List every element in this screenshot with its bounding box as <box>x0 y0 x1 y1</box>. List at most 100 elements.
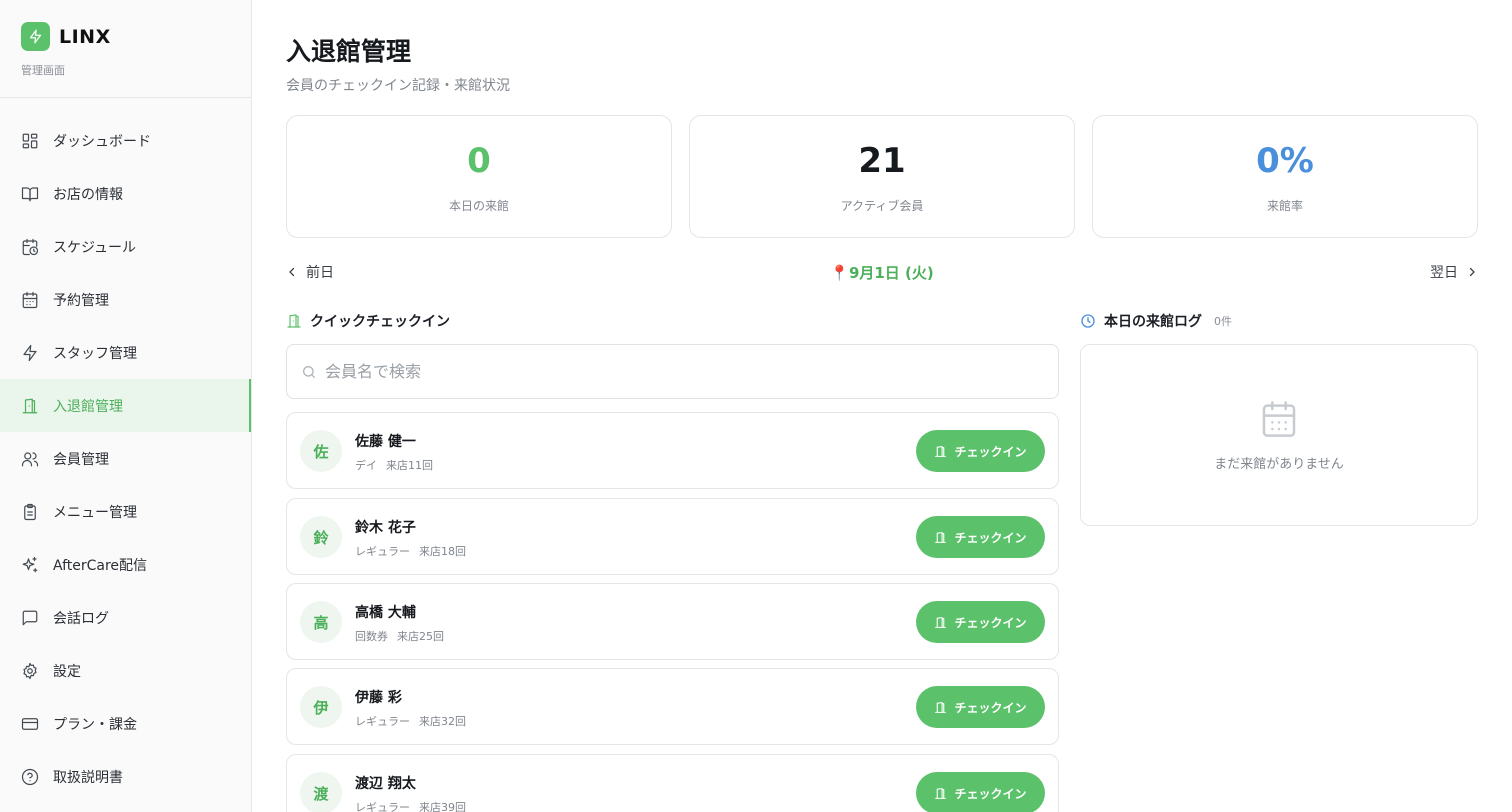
page-subtitle: 会員のチェックイン記録・来館状況 <box>286 78 510 94</box>
chat-icon <box>21 609 39 627</box>
stat-card-active-members: 21 アクティブ会員 <box>689 115 1075 238</box>
current-date-label: 9月1日 (火) <box>848 264 934 282</box>
checkin-button[interactable]: チェックイン <box>916 516 1045 558</box>
search-icon <box>303 365 315 378</box>
member-plan: レギュラー <box>355 715 410 728</box>
checkin-label: チェックイン <box>954 786 1027 801</box>
visit-log-panel: まだ来館がありません <box>1080 344 1478 526</box>
stat-label: アクティブ会員 <box>840 198 924 213</box>
avatar: 佐 <box>300 430 342 472</box>
sidebar: LINX 管理画面 ダッシュボード お店の情報 スケジュール 予約管理 スタッフ… <box>0 0 252 812</box>
stat-card-today-visits: 0 本日の来館 <box>286 115 672 238</box>
member-plan: デイ <box>355 459 377 472</box>
sidebar-item-members[interactable]: 会員管理 <box>0 432 251 485</box>
sidebar-item-label: お店の情報 <box>53 186 123 203</box>
page-title: 入退館管理 <box>286 37 412 66</box>
member-plan: 回数券 <box>355 630 388 643</box>
member-row: 佐 佐藤 健一 デイ 来店11回 チェックイン <box>286 412 1059 489</box>
next-day-button[interactable]: 翌日 <box>1430 262 1478 282</box>
clock-icon <box>1081 314 1095 328</box>
member-name: 鈴木 花子 <box>355 520 416 536</box>
sidebar-item-label: スケジュール <box>53 239 137 256</box>
stat-card-visit-rate: 0% 来館率 <box>1092 115 1478 238</box>
visit-log-count: 0件 <box>1214 315 1232 328</box>
sidebar-item-label: 設定 <box>53 663 81 680</box>
avatar: 伊 <box>300 686 342 728</box>
stat-value: 21 <box>858 140 906 181</box>
sidebar-item-billing[interactable]: プラン・課金 <box>0 697 251 750</box>
sidebar-nav: ダッシュボード お店の情報 スケジュール 予約管理 スタッフ管理 入退館管理 会… <box>0 98 251 803</box>
member-meta: レギュラー 来店18回 <box>355 543 466 559</box>
calendar-icon <box>1262 400 1296 437</box>
avatar: 高 <box>300 601 342 643</box>
next-day-label: 翌日 <box>1430 265 1458 281</box>
stat-value: 0% <box>1256 140 1314 181</box>
checkin-button[interactable]: チェックイン <box>916 772 1045 812</box>
sidebar-item-reservations[interactable]: 予約管理 <box>0 273 251 326</box>
door-icon <box>935 787 947 799</box>
calendar-icon <box>21 291 39 309</box>
clipboard-icon <box>21 503 39 521</box>
sparkles-icon <box>21 556 39 574</box>
member-name: 渡辺 翔太 <box>355 776 416 792</box>
checkin-button[interactable]: チェックイン <box>916 601 1045 643</box>
grid-icon <box>21 132 39 150</box>
brand-name: LINX <box>59 25 111 48</box>
checkin-label: チェックイン <box>954 530 1027 545</box>
stat-label: 本日の来館 <box>448 198 509 213</box>
stats-row: 0 本日の来館 21 アクティブ会員 0% 来館率 <box>286 115 1478 238</box>
member-name: 高橋 大輔 <box>355 605 416 621</box>
door-icon <box>935 531 947 543</box>
member-meta: レギュラー 来店39回 <box>355 799 466 812</box>
checkin-button[interactable]: チェックイン <box>916 686 1045 728</box>
member-visits: 来店25回 <box>397 630 444 643</box>
member-plan: レギュラー <box>355 545 410 558</box>
sidebar-item-store-info[interactable]: お店の情報 <box>0 167 251 220</box>
sidebar-item-settings[interactable]: 設定 <box>0 644 251 697</box>
member-visits: 来店11回 <box>386 459 433 472</box>
member-name: 佐藤 健一 <box>355 434 416 450</box>
sidebar-item-label: 会話ログ <box>53 610 109 627</box>
sidebar-item-label: 入退館管理 <box>53 398 123 415</box>
sidebar-item-dashboard[interactable]: ダッシュボード <box>0 114 251 167</box>
quick-checkin-title: クイックチェックイン <box>310 314 450 330</box>
member-visits: 来店32回 <box>419 715 466 728</box>
checkin-label: チェックイン <box>954 444 1027 459</box>
door-icon <box>287 314 301 328</box>
sidebar-item-staff[interactable]: スタッフ管理 <box>0 326 251 379</box>
member-row: 伊 伊藤 彩 レギュラー 来店32回 チェックイン <box>286 668 1059 745</box>
member-row: 渡 渡辺 翔太 レギュラー 来店39回 チェックイン <box>286 754 1059 812</box>
sidebar-item-chatlog[interactable]: 会話ログ <box>0 591 251 644</box>
door-icon <box>21 397 39 415</box>
sidebar-item-schedule[interactable]: スケジュール <box>0 220 251 273</box>
visit-log-header: 本日の来館ログ 0件 <box>1080 311 1232 331</box>
member-name: 伊藤 彩 <box>355 690 402 706</box>
door-icon <box>935 445 947 457</box>
book-icon <box>21 185 39 203</box>
sidebar-item-manual[interactable]: 取扱説明書 <box>0 750 251 803</box>
sidebar-item-label: ダッシュボード <box>53 133 151 150</box>
avatar: 渡 <box>300 772 342 812</box>
sidebar-item-checkin[interactable]: 入退館管理 <box>0 379 251 432</box>
door-icon <box>935 616 947 628</box>
search-input[interactable] <box>325 362 1025 381</box>
brand-subtitle: 管理画面 <box>21 64 65 77</box>
date-navigator: 前日 📍9月1日 (火) 翌日 <box>286 262 1478 284</box>
stat-label: 来館率 <box>1266 198 1303 213</box>
credit-card-icon <box>21 715 39 733</box>
member-visits: 来店39回 <box>419 801 466 812</box>
sidebar-item-label: 会員管理 <box>53 451 109 468</box>
checkin-label: チェックイン <box>954 700 1027 715</box>
member-meta: 回数券 来店25回 <box>355 628 444 644</box>
sidebar-item-label: スタッフ管理 <box>53 345 137 362</box>
help-circle-icon <box>21 768 39 786</box>
sidebar-item-menu[interactable]: メニュー管理 <box>0 485 251 538</box>
pin-icon: 📍 <box>830 264 849 282</box>
member-row: 鈴 鈴木 花子 レギュラー 来店18回 チェックイン <box>286 498 1059 575</box>
member-search[interactable] <box>286 344 1059 399</box>
brand-row[interactable]: LINX <box>21 22 251 51</box>
main-content: 入退館管理 会員のチェックイン記録・来館状況 0 本日の来館 21 アクティブ会… <box>252 0 1512 812</box>
sidebar-item-aftercare[interactable]: AfterCare配信 <box>0 538 251 591</box>
visit-log-empty-message: まだ来館がありません <box>1214 456 1344 472</box>
checkin-button[interactable]: チェックイン <box>916 430 1045 472</box>
